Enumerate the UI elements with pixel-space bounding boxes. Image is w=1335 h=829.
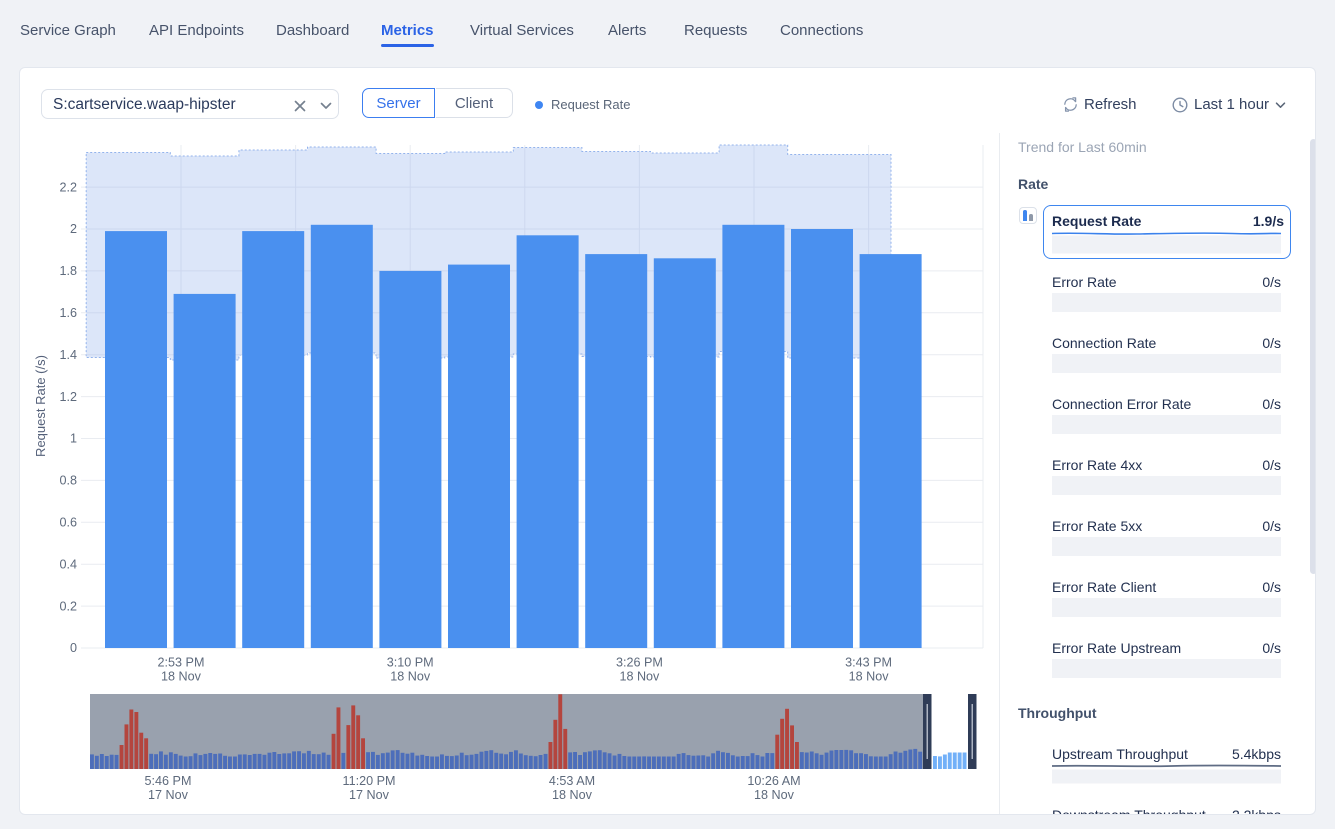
svg-text:18 Nov: 18 Nov xyxy=(619,670,660,684)
svg-text:0.8: 0.8 xyxy=(59,474,77,488)
svg-text:1.4: 1.4 xyxy=(59,348,77,362)
svg-text:3:43 PM: 3:43 PM xyxy=(845,656,892,670)
svg-text:1.2: 1.2 xyxy=(59,390,77,404)
svg-text:1.6: 1.6 xyxy=(59,306,77,320)
svg-text:3:26 PM: 3:26 PM xyxy=(616,656,663,670)
svg-text:2.2: 2.2 xyxy=(59,180,77,194)
svg-text:0.4: 0.4 xyxy=(59,557,77,571)
svg-text:2:53 PM: 2:53 PM xyxy=(158,656,205,670)
svg-text:18 Nov: 18 Nov xyxy=(161,670,202,684)
svg-text:0.6: 0.6 xyxy=(59,516,77,530)
svg-text:Request Rate (/s): Request Rate (/s) xyxy=(33,355,48,457)
svg-text:0: 0 xyxy=(70,641,77,655)
svg-text:1: 1 xyxy=(70,432,77,446)
svg-text:1.8: 1.8 xyxy=(59,264,77,278)
svg-text:18 Nov: 18 Nov xyxy=(849,670,890,684)
svg-text:18 Nov: 18 Nov xyxy=(390,670,431,684)
svg-text:3:10 PM: 3:10 PM xyxy=(387,656,434,670)
svg-text:0.2: 0.2 xyxy=(59,599,77,613)
svg-text:2: 2 xyxy=(70,222,77,236)
